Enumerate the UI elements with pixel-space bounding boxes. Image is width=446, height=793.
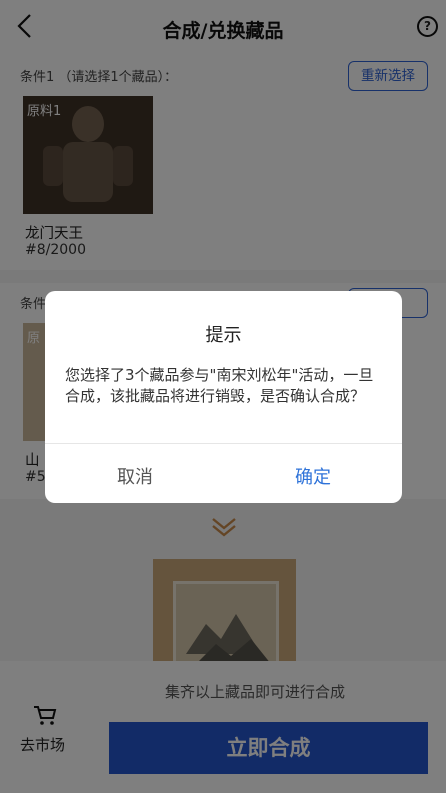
confirm-button[interactable]: 确定	[263, 463, 363, 489]
cancel-button[interactable]: 取消	[85, 463, 185, 489]
synthesis-page: 合成/兑换藏品 ? 条件1 （请选择1个藏品）： 重新选择 原料1 龙门天王 #…	[0, 0, 446, 793]
dialog-divider	[45, 443, 402, 444]
confirm-dialog: 提示 您选择了3个藏品参与"南宋刘松年"活动，一旦合成，该批藏品将进行销毁，是否…	[45, 291, 402, 503]
dialog-message: 您选择了3个藏品参与"南宋刘松年"活动，一旦合成，该批藏品将进行销毁，是否确认合…	[65, 366, 374, 405]
dialog-title: 提示	[205, 325, 242, 346]
